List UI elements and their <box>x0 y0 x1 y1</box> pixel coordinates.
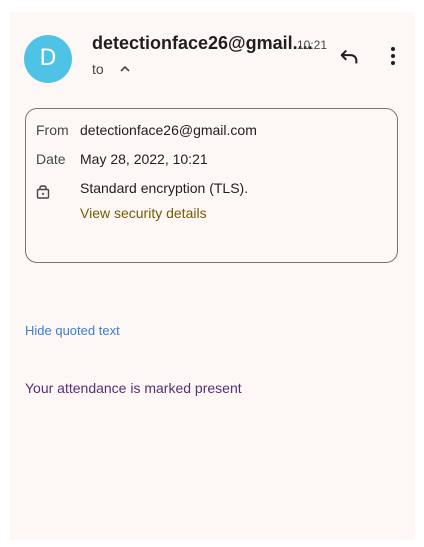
view-security-details-link[interactable]: View security details <box>80 205 207 221</box>
avatar[interactable]: D <box>24 35 72 83</box>
sender-name[interactable]: detectionface26@gmail.... <box>92 33 313 54</box>
message-time: 10:21 <box>297 38 328 52</box>
encryption-info: Standard encryption (TLS). <box>80 180 249 196</box>
email-screen <box>10 12 415 540</box>
reply-icon[interactable] <box>338 46 360 68</box>
message-body: Your attendance is marked present <box>25 380 242 396</box>
date-label: Date <box>36 151 66 167</box>
recipient-label[interactable]: to <box>92 61 104 77</box>
chevron-up-icon[interactable] <box>118 62 132 76</box>
more-vert-icon[interactable] <box>388 45 398 67</box>
date-value: May 28, 2022, 10:21 <box>80 151 208 167</box>
from-label: From <box>36 122 69 138</box>
from-value: detectionface26@gmail.com <box>80 122 257 138</box>
lock-icon <box>36 185 50 199</box>
hide-quoted-text-link[interactable]: Hide quoted text <box>25 323 120 338</box>
